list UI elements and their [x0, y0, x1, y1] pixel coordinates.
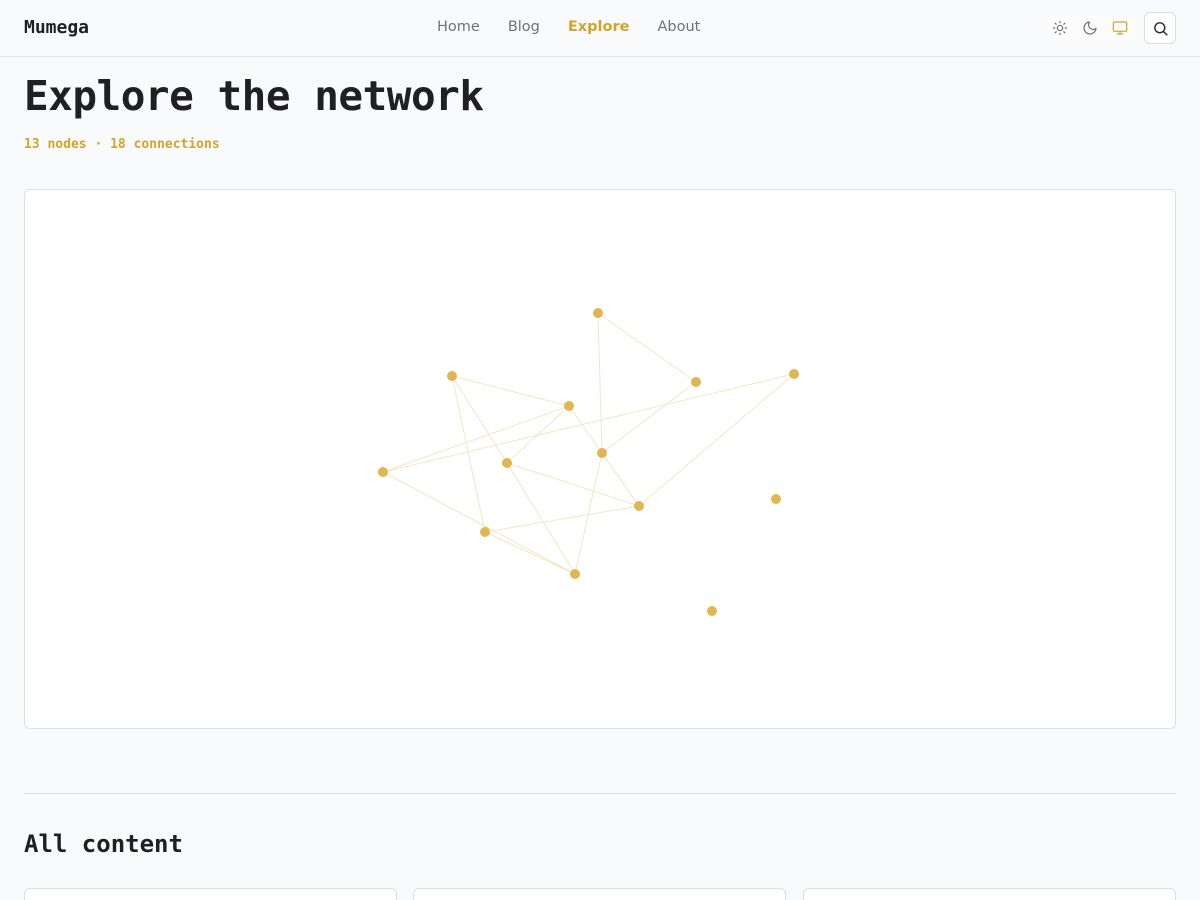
graph-node[interactable] [691, 377, 701, 387]
graph-nodes [378, 308, 799, 616]
graph-node[interactable] [570, 569, 580, 579]
network-graph[interactable] [24, 189, 1176, 729]
page-title: Explore the network [24, 72, 484, 120]
network-stats: 13 nodes · 18 connections [24, 137, 220, 152]
graph-node[interactable] [480, 527, 490, 537]
search-icon [1152, 20, 1169, 37]
graph-node[interactable] [447, 371, 457, 381]
site-brand[interactable]: Mumega [24, 17, 89, 38]
main-nav: Home Blog Explore About [437, 19, 700, 35]
graph-canvas[interactable] [25, 190, 1177, 730]
section-title: All content [24, 830, 183, 858]
nav-about[interactable]: About [657, 19, 700, 35]
graph-edge [484, 531, 576, 575]
graph-edge [597, 312, 603, 454]
section-divider [24, 793, 1176, 794]
graph-node[interactable] [564, 401, 574, 411]
graph-edge [382, 471, 576, 575]
graph-node[interactable] [593, 308, 603, 318]
graph-node[interactable] [502, 458, 512, 468]
search-button[interactable] [1144, 12, 1176, 44]
graph-edge [597, 312, 697, 383]
graph-node[interactable] [597, 448, 607, 458]
graph-edge [506, 462, 640, 507]
graph-edge [574, 452, 603, 575]
graph-edges [382, 312, 795, 575]
monitor-icon[interactable] [1109, 17, 1131, 39]
graph-edge [382, 373, 795, 473]
graph-edge [638, 373, 795, 507]
content-card[interactable] [413, 888, 786, 900]
content-card[interactable] [24, 888, 397, 900]
graph-edge [451, 375, 508, 464]
graph-edge [451, 375, 570, 407]
nav-home[interactable]: Home [437, 19, 480, 35]
nav-blog[interactable]: Blog [508, 19, 540, 35]
moon-icon[interactable] [1079, 17, 1101, 39]
graph-edge [484, 505, 640, 533]
content-card[interactable] [803, 888, 1176, 900]
nav-explore[interactable]: Explore [568, 19, 630, 35]
theme-toggle [1045, 12, 1135, 44]
graph-node[interactable] [789, 369, 799, 379]
graph-edge [382, 405, 570, 473]
graph-node[interactable] [771, 494, 781, 504]
graph-node[interactable] [634, 501, 644, 511]
graph-node[interactable] [378, 467, 388, 477]
graph-edge [601, 452, 640, 507]
graph-edge [601, 381, 697, 454]
sun-icon[interactable] [1049, 17, 1071, 39]
graph-edge [506, 405, 570, 464]
site-header: Mumega Home Blog Explore About [0, 0, 1200, 57]
graph-node[interactable] [707, 606, 717, 616]
